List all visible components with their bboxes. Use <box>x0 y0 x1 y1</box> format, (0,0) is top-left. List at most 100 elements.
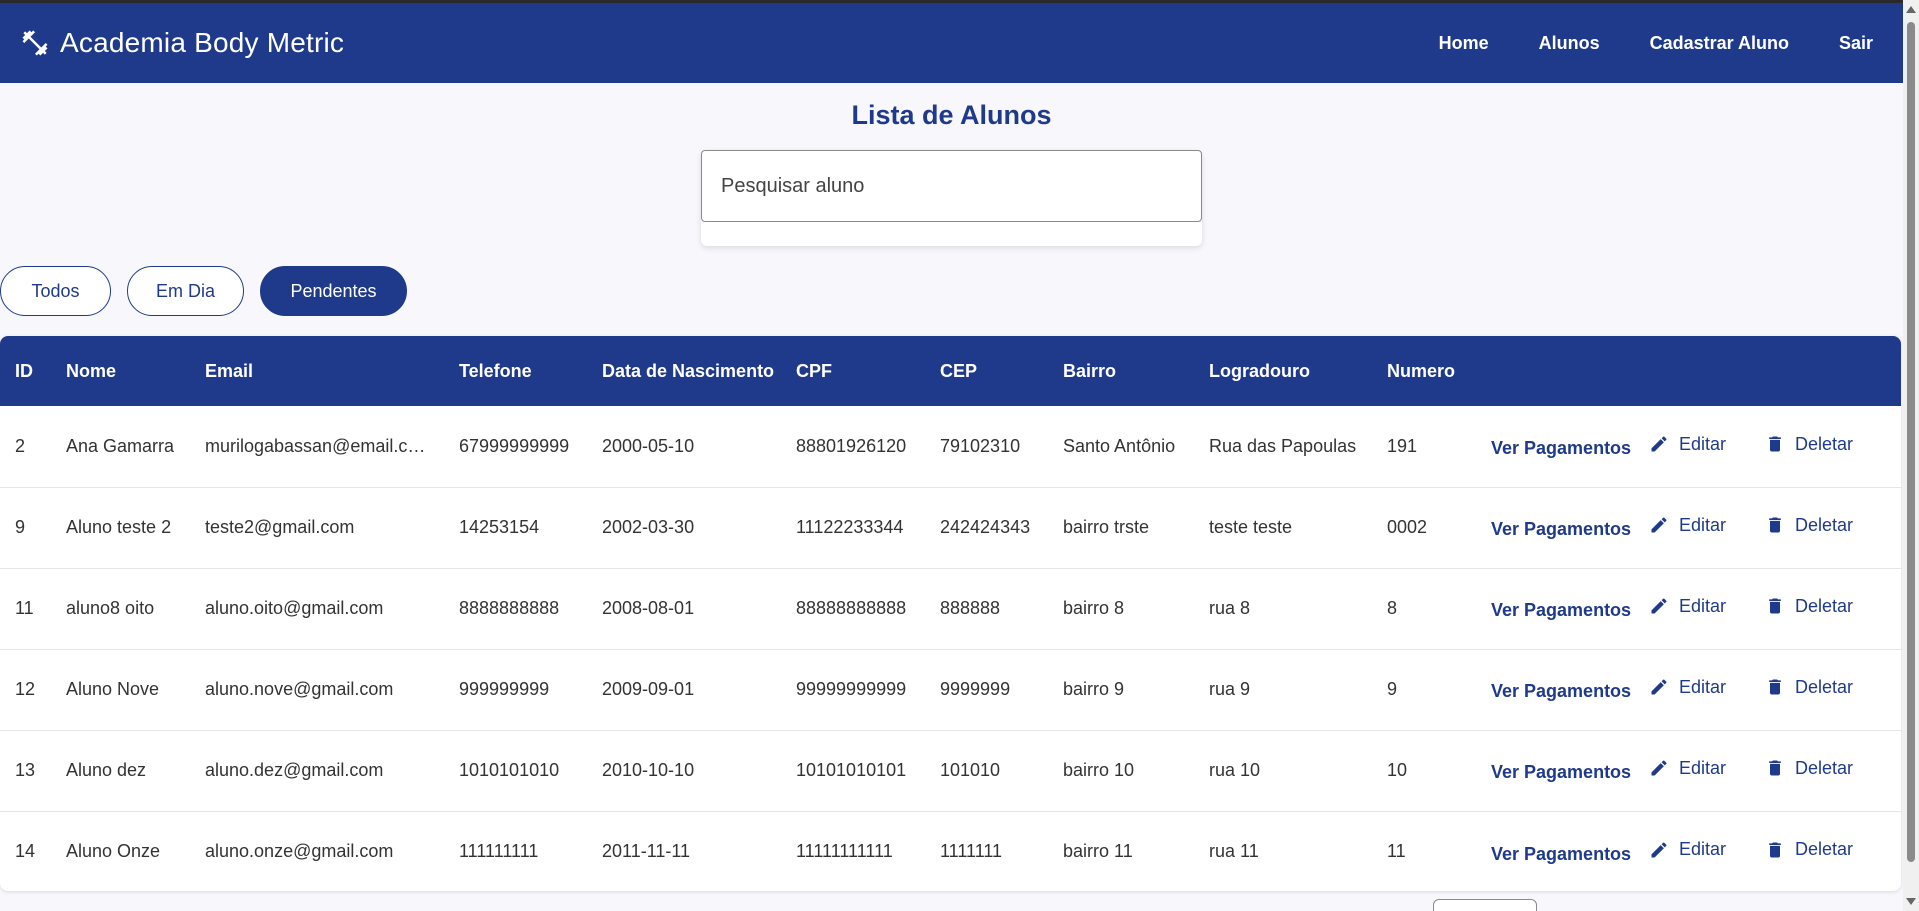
column-header: Email <box>205 360 254 381</box>
scroll-down-arrow-icon[interactable] <box>1906 898 1916 905</box>
search-input[interactable] <box>701 150 1202 222</box>
edit-button[interactable]: Editar <box>1649 839 1765 860</box>
ver-pagamentos-button[interactable]: Ver Pagamentos <box>1491 438 1649 459</box>
edit-label: Editar <box>1679 757 1727 778</box>
page-title: Lista de Alunos <box>851 100 1052 130</box>
column-header: Bairro <box>1063 360 1117 381</box>
cell-nome: Aluno Nove <box>66 679 160 699</box>
cell-cep: 888888 <box>940 598 1001 618</box>
trash-icon <box>1769 598 1781 614</box>
edit-button[interactable]: Editar <box>1649 758 1765 779</box>
cell-cpf: 10101010101 <box>796 760 907 780</box>
ver-pagamentos-button[interactable]: Ver Pagamentos <box>1491 762 1649 783</box>
edit-button[interactable]: Editar <box>1649 677 1765 698</box>
trash-icon <box>1769 436 1781 452</box>
ver-pagamentos-button[interactable]: Ver Pagamentos <box>1491 681 1649 702</box>
pencil-icon <box>1651 436 1667 452</box>
ver-pagamentos-label: Ver Pagamentos <box>1491 762 1632 783</box>
column-header <box>1476 336 1901 406</box>
cell-logradouro: teste teste <box>1209 517 1293 537</box>
table-row: 2 Ana Gamarra murilogabassan@email.c… 67999… <box>0 406 1901 487</box>
brand[interactable]: Academia Body Metric <box>20 27 344 59</box>
cell-actions: Ver Pagamentos Editar Deletar <box>1476 487 1901 568</box>
main-nav: Home Alunos Cadastrar Aluno Sair <box>1389 33 1873 54</box>
edit-button[interactable]: Editar <box>1649 596 1765 617</box>
column-header: CEP <box>940 360 978 381</box>
column-header: Logradouro <box>1209 360 1310 381</box>
nav-cadastrar-aluno[interactable]: Cadastrar Aluno <box>1650 33 1789 54</box>
edit-label: Editar <box>1679 433 1727 454</box>
cell-id: 12 <box>15 679 36 699</box>
column-header: CPF <box>796 360 832 381</box>
cell-email: aluno.dez@gmail.com <box>205 760 384 780</box>
filter-todos-button[interactable]: Todos <box>0 266 111 316</box>
delete-button[interactable]: Deletar <box>1765 758 1853 779</box>
table-row: 11 aluno8 oito aluno.oito@gmail.com 8888888… <box>0 568 1901 649</box>
delete-label: Deletar <box>1795 595 1854 616</box>
ver-pagamentos-button[interactable]: Ver Pagamentos <box>1491 519 1649 540</box>
delete-button[interactable]: Deletar <box>1765 434 1853 455</box>
trash-icon <box>1769 679 1781 695</box>
filter-pendentes-button[interactable]: Pendentes <box>260 266 407 316</box>
cell-nome: aluno8 oito <box>66 598 155 618</box>
cell-id: 2 <box>15 435 26 456</box>
nav-alunos[interactable]: Alunos <box>1539 33 1600 54</box>
cell-logradouro: rua 10 <box>1209 760 1261 780</box>
scroll-thumb[interactable] <box>1907 22 1915 862</box>
cell-logradouro: rua 8 <box>1209 598 1251 618</box>
ver-pagamentos-label: Ver Pagamentos <box>1491 843 1632 864</box>
edit-button[interactable]: Editar <box>1649 515 1765 536</box>
cell-nascimento: 2000-05-10 <box>602 435 695 456</box>
app-title: Academia Body Metric <box>60 27 345 58</box>
cell-bairro: Santo Antônio <box>1063 435 1176 456</box>
delete-button[interactable]: Deletar <box>1765 596 1853 617</box>
cell-nascimento: 2008-08-01 <box>602 598 695 618</box>
pagination-select[interactable] <box>1433 899 1537 911</box>
cell-nascimento: 2009-09-01 <box>602 679 695 699</box>
column-header: Data de Nascimento <box>602 360 775 381</box>
cell-cep: 242424343 <box>940 517 1031 537</box>
table-body: 2 Ana Gamarra murilogabassan@email.c… 67999… <box>0 406 1901 891</box>
nav-sair[interactable]: Sair <box>1839 33 1873 54</box>
nav-home[interactable]: Home <box>1439 33 1489 54</box>
cell-telefone: 67999999999 <box>459 435 570 456</box>
pencil-icon <box>1651 760 1667 776</box>
ver-pagamentos-button[interactable]: Ver Pagamentos <box>1491 600 1649 621</box>
vertical-scrollbar[interactable] <box>1903 0 1919 911</box>
cell-bairro: bairro 8 <box>1063 598 1125 618</box>
cell-id: 9 <box>15 517 26 537</box>
cell-cpf: 99999999999 <box>796 679 907 699</box>
column-header: Numero <box>1387 360 1456 381</box>
cell-telefone: 999999999 <box>459 679 550 699</box>
cell-cep: 9999999 <box>940 679 1011 699</box>
cell-numero: 191 <box>1387 435 1418 456</box>
edit-button[interactable]: Editar <box>1649 434 1765 455</box>
trash-icon <box>1769 842 1781 857</box>
filter-em-dia-button[interactable]: Em Dia <box>127 266 244 316</box>
cell-cep: 101010 <box>940 760 1001 780</box>
delete-button[interactable]: Deletar <box>1765 515 1853 536</box>
cell-actions: Ver Pagamentos Editar Deletar <box>1476 649 1901 730</box>
scroll-up-arrow-icon[interactable] <box>1906 6 1916 13</box>
delete-label: Deletar <box>1795 839 1854 859</box>
table-header-row: ID Nome Email Telefone Data de Nascimento CPF… <box>0 336 1901 406</box>
cell-nascimento: 2011-11-11 <box>602 841 691 862</box>
delete-button[interactable]: Deletar <box>1765 677 1853 698</box>
table-row: 12 Aluno Nove aluno.nove@gmail.com 99999999… <box>0 649 1901 730</box>
delete-button[interactable]: Deletar <box>1765 839 1853 860</box>
ver-pagamentos-button[interactable]: Ver Pagamentos <box>1491 844 1649 865</box>
status-filters: Todos Em Dia Pendentes <box>0 266 423 316</box>
cell-numero: 10 <box>1387 760 1408 780</box>
cell-telefone: 8888888888 <box>459 598 560 618</box>
cell-bairro: bairro 10 <box>1063 760 1135 780</box>
cell-email: aluno.onze@gmail.com <box>205 841 394 862</box>
cell-bairro: bairro 9 <box>1063 679 1125 699</box>
cell-nome: Aluno Onze <box>66 841 161 862</box>
students-table-card: ID Nome Email Telefone Data de Nascimento CPF… <box>0 336 1901 891</box>
edit-label: Editar <box>1679 676 1727 697</box>
pencil-icon <box>1651 517 1667 533</box>
column-header: ID <box>15 360 33 381</box>
cell-numero: 0002 <box>1387 517 1428 537</box>
cell-telefone: 111111111 <box>459 841 539 862</box>
column-header: Telefone <box>459 360 532 381</box>
